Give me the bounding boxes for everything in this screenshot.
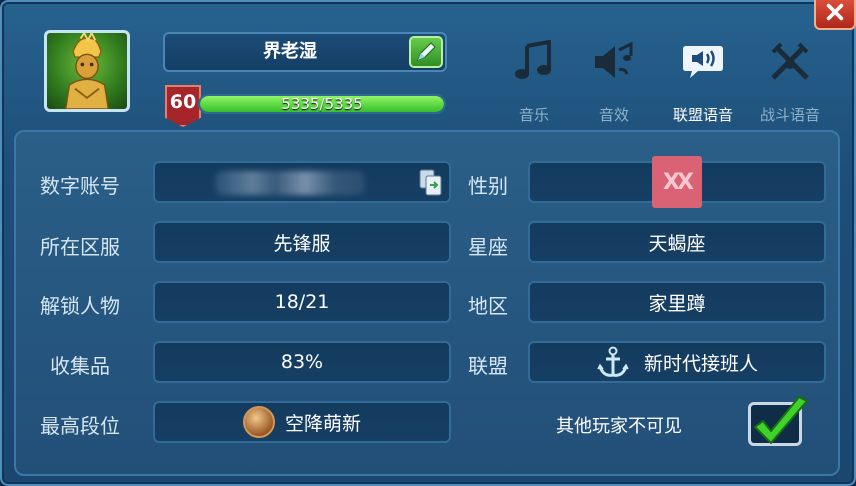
tab-battle-voice-label: 战斗语音 — [759, 106, 820, 124]
alliance-field[interactable]: 新时代接班人 — [528, 341, 826, 383]
speech-bubble-icon — [683, 46, 723, 78]
zodiac-value: 天蝎座 — [648, 232, 706, 255]
tab-battle-voice[interactable]: 战斗语音 — [750, 40, 830, 125]
player-name: 界老湿 — [263, 41, 317, 62]
unlock-field: 18/21 — [153, 281, 451, 323]
zodiac-label: 星座 — [468, 235, 508, 259]
alliance-value: 新时代接班人 — [643, 352, 758, 375]
tab-alliance-voice[interactable]: 联盟语音 — [663, 40, 743, 125]
tab-music-label: 音乐 — [518, 106, 549, 124]
region-value: 家里蹲 — [648, 292, 706, 315]
server-value: 先锋服 — [273, 232, 331, 255]
rank-value: 空降萌新 — [284, 412, 361, 435]
player-name-bar: 界老湿 — [163, 32, 447, 72]
tab-alliance-voice-label: 联盟语音 — [672, 106, 733, 124]
sound-effect-icon — [595, 41, 633, 78]
gender-field: XX — [528, 156, 826, 208]
unlock-value: 18/21 — [274, 291, 330, 313]
close-icon — [826, 3, 844, 21]
region-field[interactable]: 家里蹲 — [528, 281, 826, 323]
region-label: 地区 — [468, 294, 508, 318]
rank-label: 最高段位 — [40, 414, 120, 438]
edit-name-button[interactable] — [409, 36, 443, 68]
pencil-icon — [416, 42, 436, 62]
collection-label: 收集品 — [50, 354, 110, 378]
account-id-obscured — [215, 171, 365, 195]
crossed-swords-icon — [771, 42, 809, 80]
tab-sound-effects[interactable]: 音效 — [574, 40, 654, 125]
anchor-icon — [597, 346, 629, 377]
experience-text: 5335/5335 — [281, 95, 363, 113]
tab-sound-effects-label: 音效 — [598, 106, 629, 124]
experience-bar: 5335/5335 — [198, 94, 446, 114]
rank-medal-icon — [242, 406, 275, 438]
hide-from-others-label: 其他玩家不可见 — [556, 416, 682, 437]
server-field: 先锋服 — [153, 221, 451, 263]
checkmark-icon — [754, 396, 808, 444]
account-field — [153, 161, 451, 203]
music-note-icon — [515, 39, 551, 79]
unlock-label: 解锁人物 — [40, 294, 120, 318]
golden-warrior-portrait-icon — [64, 33, 110, 109]
zodiac-field[interactable]: 天蝎座 — [528, 221, 826, 263]
hide-from-others-checkbox[interactable] — [748, 396, 808, 446]
female-gender-icon: XX — [652, 156, 702, 208]
copy-icon[interactable] — [419, 169, 443, 197]
alliance-label: 联盟 — [468, 354, 508, 378]
tab-music[interactable]: 音乐 — [494, 39, 574, 125]
avatar[interactable] — [44, 30, 130, 112]
gender-label: 性别 — [468, 174, 508, 198]
rank-field: 空降萌新 — [153, 401, 451, 443]
collection-value: 83% — [280, 351, 324, 373]
account-label: 数字账号 — [40, 174, 120, 198]
close-button[interactable] — [814, 0, 856, 30]
collection-field: 83% — [153, 341, 451, 383]
server-label: 所在区服 — [40, 235, 120, 259]
